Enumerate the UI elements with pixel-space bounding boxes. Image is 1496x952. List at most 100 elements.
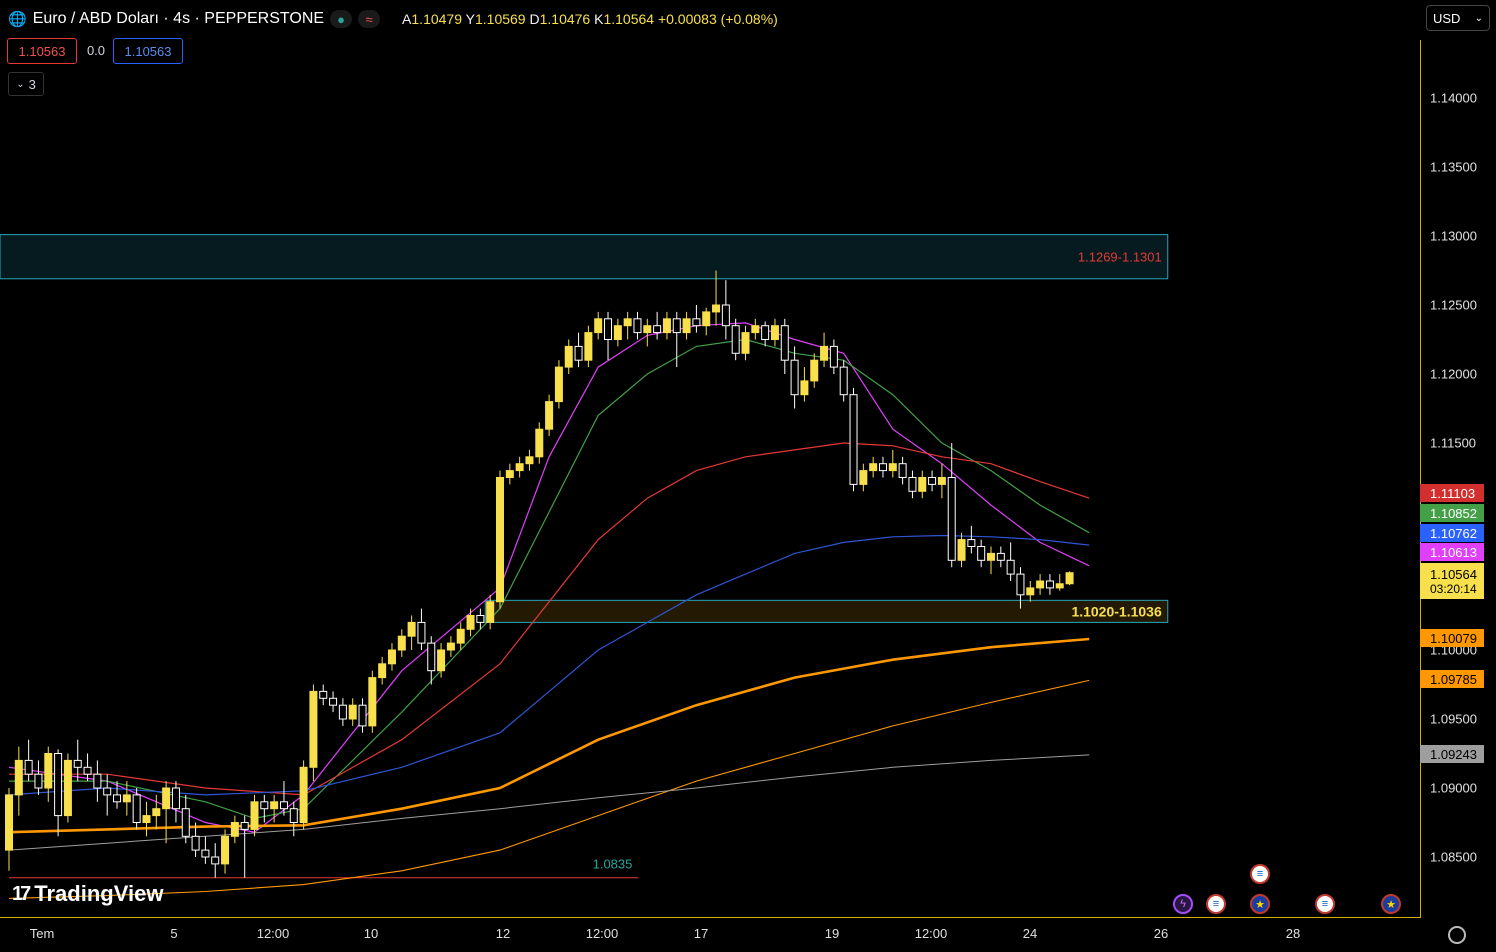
candle xyxy=(996,546,1005,568)
us-flag-icon[interactable]: ≡ xyxy=(1206,894,1226,914)
candle xyxy=(820,332,829,368)
candle-body xyxy=(260,801,269,810)
candle-body xyxy=(476,615,485,623)
symbol-icon[interactable]: 🌐 xyxy=(8,10,27,28)
candle-body xyxy=(1016,573,1025,596)
candle-body xyxy=(770,325,779,341)
candle xyxy=(83,753,92,782)
eu-flag-icon[interactable]: ★ xyxy=(1250,894,1270,914)
candle xyxy=(692,305,701,333)
moving-average-4 xyxy=(8,534,1090,796)
candle xyxy=(535,422,544,464)
last-price: 1.10564 xyxy=(1430,566,1477,582)
candle-body xyxy=(230,822,239,837)
price-chart[interactable]: 1.0835 1.1269-1.1301 1.1020-1.1036 xyxy=(0,0,1420,916)
us-flag-icon[interactable]: ≡ xyxy=(1250,864,1270,884)
candle-body xyxy=(14,759,23,796)
candle-body xyxy=(574,345,583,361)
candle xyxy=(368,670,377,733)
candle-body xyxy=(63,759,72,817)
data-status-icon[interactable]: ≈ xyxy=(358,10,381,28)
currency-select[interactable]: USD ⌄ xyxy=(1426,5,1490,31)
settings-icon[interactable] xyxy=(1448,926,1466,944)
candle xyxy=(230,815,239,844)
candle-body xyxy=(319,690,328,699)
price-label: 1.09243 xyxy=(1420,745,1484,763)
candle xyxy=(34,760,43,795)
candle-body xyxy=(466,615,475,630)
us-flag-icon[interactable]: ≡ xyxy=(1315,894,1335,914)
sell-button[interactable]: 1.10563 xyxy=(7,38,77,64)
candle xyxy=(407,615,416,650)
candle-body xyxy=(171,787,180,810)
time-tick-label: 12:00 xyxy=(256,926,290,941)
candle-body xyxy=(937,477,946,485)
eu-flag-icon[interactable]: ★ xyxy=(1381,894,1401,914)
candle-body xyxy=(309,690,318,768)
candle-body xyxy=(918,477,927,492)
candle xyxy=(5,788,13,871)
candle-body xyxy=(800,380,809,396)
flash-icon[interactable]: ϟ xyxy=(1173,894,1193,914)
brand-name: TradingView xyxy=(34,881,164,906)
candle-body xyxy=(692,318,701,327)
time-tick-label: 17 xyxy=(693,926,709,941)
candle-body xyxy=(702,311,711,327)
tradingview-icon: 17 xyxy=(12,882,31,905)
price-axis-border xyxy=(1420,40,1421,918)
candle xyxy=(829,339,838,374)
candle-body xyxy=(191,835,200,851)
candle-body xyxy=(446,642,455,651)
candle-body xyxy=(437,649,446,672)
candle xyxy=(181,794,190,844)
candle xyxy=(928,470,937,492)
candle-body xyxy=(829,345,838,368)
time-tick-label: 26 xyxy=(1153,926,1169,941)
candle xyxy=(93,760,102,802)
moving-average-7 xyxy=(8,754,1090,851)
candle xyxy=(456,622,465,650)
candle xyxy=(947,443,956,568)
candle-body xyxy=(947,477,956,561)
candle xyxy=(1065,571,1074,586)
candle xyxy=(721,280,730,340)
candle-body xyxy=(604,318,613,340)
candle xyxy=(977,539,986,568)
candle-body xyxy=(554,366,563,403)
candle-body xyxy=(211,856,220,865)
candle-body xyxy=(662,318,671,334)
candle xyxy=(643,318,652,347)
price-label: 1.09785 xyxy=(1420,670,1484,688)
candle xyxy=(299,760,308,830)
candle xyxy=(937,463,946,499)
candle xyxy=(309,684,318,782)
chevron-down-icon: ⌄ xyxy=(1474,12,1483,24)
candle xyxy=(44,746,53,802)
currency-label: USD xyxy=(1433,10,1461,26)
price-tick-label: 1.14000 xyxy=(1430,90,1477,106)
candle-body xyxy=(486,601,495,623)
price-tick-label: 1.12500 xyxy=(1430,297,1477,313)
symbol-title[interactable]: Euro / ABD Doları · 4s · PEPPERSTONE xyxy=(33,10,324,28)
indicators-count: 3 xyxy=(28,76,36,92)
candle xyxy=(1026,581,1035,602)
price-tick-label: 1.08500 xyxy=(1430,849,1477,865)
candle-body xyxy=(329,697,338,706)
candle xyxy=(525,449,534,471)
candle-body xyxy=(5,794,13,851)
candle-body xyxy=(908,477,917,492)
candle xyxy=(162,781,171,844)
time-tick-label: 10 xyxy=(363,926,379,941)
candle xyxy=(387,643,396,671)
indicators-toggle[interactable]: ⌄ 3 xyxy=(8,72,44,96)
candle-body xyxy=(751,325,760,334)
time-tick-label: 28 xyxy=(1285,926,1301,941)
price-tick-label: 1.12000 xyxy=(1430,366,1477,382)
support-line-label: 1.0835 xyxy=(593,857,633,872)
buy-button[interactable]: 1.10563 xyxy=(113,38,183,64)
candle-body xyxy=(898,463,907,479)
candle-body xyxy=(122,794,131,803)
candle xyxy=(800,367,809,402)
chart-header: 🌐 Euro / ABD Doları · 4s · PEPPERSTONE ●… xyxy=(8,8,778,30)
market-status-icon[interactable]: ● xyxy=(330,10,353,28)
